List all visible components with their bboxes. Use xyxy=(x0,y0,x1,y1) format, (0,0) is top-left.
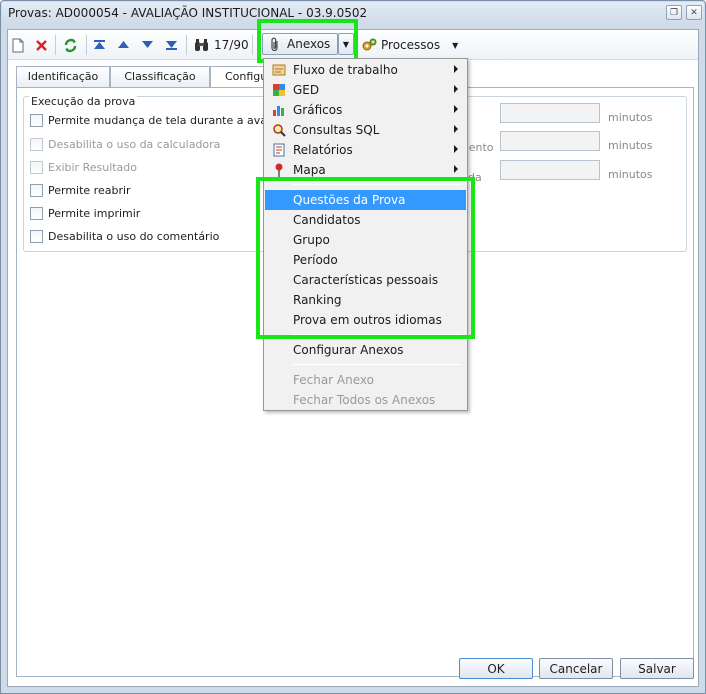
checkbox-row: Exibir Resultado xyxy=(30,161,137,174)
menu-separator xyxy=(292,364,462,365)
workflow-icon xyxy=(271,62,287,78)
toolbar-separator xyxy=(252,35,253,55)
toolbar-separator xyxy=(86,35,87,55)
menu-item-fechar-anexo: Fechar Anexo xyxy=(265,370,466,390)
toolbar-separator xyxy=(186,35,187,55)
tab-label: Identificação xyxy=(27,70,99,83)
menu-item-label: Consultas SQL xyxy=(293,123,380,137)
tab-label: Classificação xyxy=(124,70,196,83)
checkbox-row: Desabilita o uso da calculadora xyxy=(30,138,220,151)
checkbox xyxy=(30,138,43,151)
minutes-unit: minutos xyxy=(608,168,653,181)
first-record-icon[interactable] xyxy=(93,36,106,54)
chevron-down-icon: ▼ xyxy=(452,40,459,50)
checkbox[interactable] xyxy=(30,207,43,220)
close-icon[interactable]: ✕ xyxy=(686,5,702,20)
menu-item-label: Fluxo de trabalho xyxy=(293,63,398,77)
checkbox-row[interactable]: Permite mudança de tela durante a avalia… xyxy=(30,114,299,127)
toolbar: 17/90 Anexos ▼ Processos ▼ xyxy=(8,19,698,63)
sql-query-icon xyxy=(271,122,287,138)
checkbox-label: Permite imprimir xyxy=(48,207,141,220)
tab-classificacao[interactable]: Classificação xyxy=(110,66,210,87)
menu-item-label: Relatórios xyxy=(293,143,353,157)
submenu-arrow-icon xyxy=(454,145,458,153)
menu-item-relatorios[interactable]: Relatórios xyxy=(265,140,466,160)
menu-item-consultas-sql[interactable]: Consultas SQL xyxy=(265,120,466,140)
delete-icon[interactable] xyxy=(35,36,48,54)
submenu-arrow-icon xyxy=(454,85,458,93)
checkbox-label: Permite reabrir xyxy=(48,184,131,197)
menu-item-label: Fechar Todos os Anexos xyxy=(293,393,436,407)
checkbox[interactable] xyxy=(30,184,43,197)
checkbox[interactable] xyxy=(30,114,43,127)
minutes-unit: minutos xyxy=(608,139,653,152)
submenu-arrow-icon xyxy=(454,125,458,133)
checkbox-label: Permite mudança de tela durante a avalia… xyxy=(48,114,300,127)
chart-icon xyxy=(271,102,287,118)
new-document-icon[interactable] xyxy=(12,36,24,54)
submenu-arrow-icon xyxy=(454,65,458,73)
menu-item-label: GED xyxy=(293,83,320,97)
menu-item-label: Fechar Anexo xyxy=(293,373,374,387)
checkbox-row[interactable]: Desabilita o uso do comentário xyxy=(30,230,219,243)
binoculars-icon[interactable] xyxy=(194,36,209,54)
checkbox xyxy=(30,161,43,174)
map-pin-icon xyxy=(271,162,287,178)
checkbox-row[interactable]: Permite reabrir xyxy=(30,184,131,197)
checkbox-label: Exibir Resultado xyxy=(48,161,138,174)
next-record-icon[interactable] xyxy=(141,36,154,54)
report-icon xyxy=(271,142,287,158)
cancel-button[interactable]: Cancelar xyxy=(539,658,613,679)
toolbar-separator xyxy=(55,35,56,55)
last-record-icon[interactable] xyxy=(165,36,178,54)
ged-icon xyxy=(271,82,287,98)
menu-item-graficos[interactable]: Gráficos xyxy=(265,100,466,120)
checkbox[interactable] xyxy=(30,230,43,243)
highlight-box-attachments xyxy=(256,177,475,339)
save-button[interactable]: Salvar xyxy=(620,658,694,679)
menu-item-fluxo-de-trabalho[interactable]: Fluxo de trabalho xyxy=(265,60,466,80)
previous-record-icon[interactable] xyxy=(117,36,130,54)
menu-item-configurar-anexos[interactable]: Configurar Anexos xyxy=(265,340,466,360)
menu-item-ged[interactable]: GED xyxy=(265,80,466,100)
group-legend: Execução da prova xyxy=(29,95,138,108)
minutes-input xyxy=(500,160,600,180)
submenu-arrow-icon xyxy=(454,165,458,173)
tab-identificacao[interactable]: Identificação xyxy=(16,66,110,87)
refresh-icon[interactable] xyxy=(63,36,78,54)
checkbox-label: Desabilita o uso do comentário xyxy=(48,230,220,243)
minutes-input xyxy=(500,131,600,151)
checkbox-label: Desabilita o uso da calculadora xyxy=(48,138,221,151)
processos-label: Processos xyxy=(381,38,441,52)
gears-icon xyxy=(361,37,377,53)
record-counter: 17/90 xyxy=(214,38,249,52)
menu-item-label: Gráficos xyxy=(293,103,343,117)
menu-item-fechar-todos-os-anexos: Fechar Todos os Anexos xyxy=(265,390,466,410)
highlight-box-anexos xyxy=(257,19,358,63)
window-title: Provas: AD000054 - AVALIAÇÃO INSTITUCION… xyxy=(8,6,368,20)
submenu-arrow-icon xyxy=(454,105,458,113)
tab-label: Configu xyxy=(225,70,268,83)
menu-item-label: Mapa xyxy=(293,163,326,177)
processos-button[interactable]: Processos ▼ xyxy=(361,36,458,54)
minutes-input xyxy=(500,103,600,123)
restore-icon[interactable]: ❐ xyxy=(666,5,682,20)
ok-button[interactable]: OK xyxy=(459,658,533,679)
minutes-unit: minutos xyxy=(608,111,653,124)
checkbox-row[interactable]: Permite imprimir xyxy=(30,207,140,220)
menu-item-label: Configurar Anexos xyxy=(293,343,404,357)
